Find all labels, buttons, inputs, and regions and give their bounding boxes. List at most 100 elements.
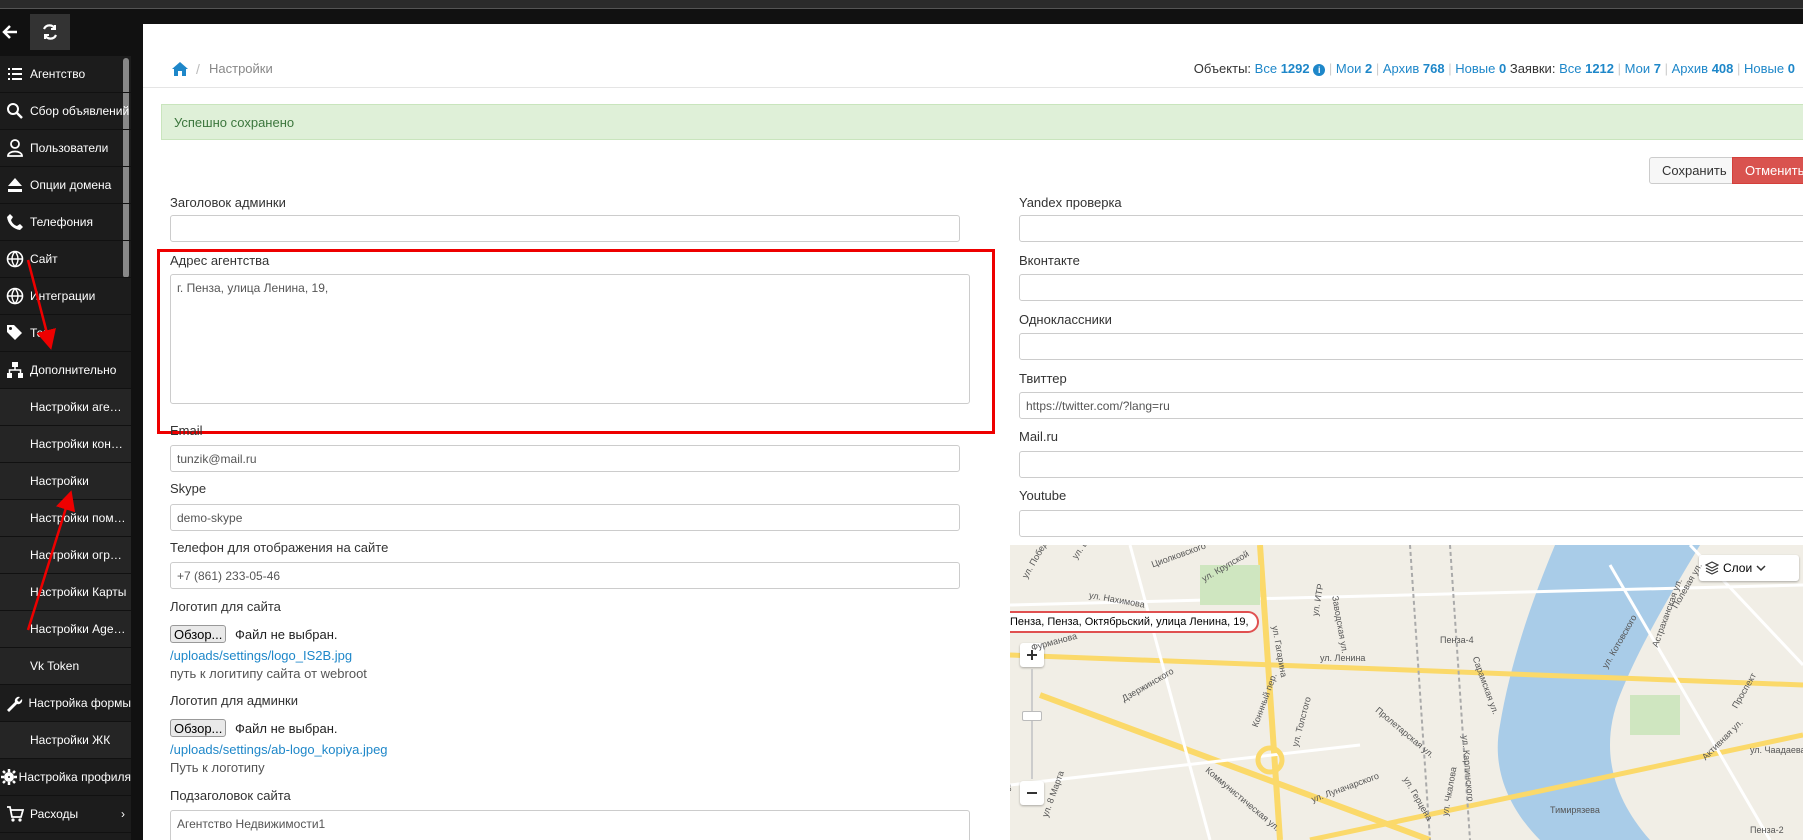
skype-input[interactable]: demo-skype — [170, 504, 960, 531]
sidebar-item-label: Настройки помощника — [30, 511, 128, 525]
sidebar-item-7[interactable]: Теги — [0, 315, 131, 352]
mailru-input[interactable] — [1019, 451, 1803, 478]
sidebar-item-20[interactable]: Расходы › — [0, 796, 131, 833]
objects-all-link[interactable]: Все 1292 — [1255, 61, 1310, 76]
ok-input[interactable] — [1019, 333, 1803, 360]
admin-logo-browse-button[interactable]: Обзор... — [170, 719, 227, 737]
address-textarea[interactable]: г. Пенза, улица Ленина, 19, — [170, 274, 970, 404]
zoom-slider-handle[interactable] — [1022, 711, 1042, 721]
breadcrumb: / Настройки Объекты: Все 1292 i | Мои 2 … — [143, 24, 1803, 88]
sidebar-item-label: Настройки агентства — [30, 400, 128, 414]
objects-archive-link[interactable]: Архив 768 — [1383, 61, 1445, 76]
main-content: / Настройки Объекты: Все 1292 i | Мои 2 … — [143, 24, 1803, 840]
requests-new-link[interactable]: Новые 0 — [1744, 61, 1795, 76]
twitter-label: Твиттер — [1019, 371, 1067, 386]
sitemap-icon — [0, 361, 30, 379]
yandex-label: Yandex проверка — [1019, 195, 1122, 210]
phone-icon — [0, 213, 30, 231]
vk-label: Вконтакте — [1019, 253, 1080, 268]
search-icon — [0, 102, 30, 120]
admin-logo-no-file-text: Файл не выбран. — [235, 721, 338, 736]
sidebar-item-10[interactable]: Настройки контрагентов — [0, 426, 131, 463]
sidebar-item-2[interactable]: Пользователи — [0, 130, 131, 167]
email-input[interactable]: tunzik@mail.ru — [170, 445, 960, 472]
sidebar-item-label: Настройки — [30, 474, 89, 488]
zoom-slider-track[interactable] — [1031, 669, 1033, 779]
logo-browse-button[interactable]: Обзор... — [170, 625, 227, 643]
logo-link[interactable]: /uploads/settings/logo_IS2B.jpg — [170, 648, 352, 663]
sidebar-item-label: Теги — [30, 326, 55, 340]
zoom-out-button[interactable] — [1020, 781, 1044, 805]
user-icon — [0, 139, 30, 157]
map-street-label: Пенза-4 — [1440, 635, 1474, 645]
sidebar-item-14[interactable]: Настройки Карты — [0, 574, 131, 611]
sidebar-item-16[interactable]: Vk Token — [0, 648, 131, 685]
sidebar-item-3[interactable]: Опции домена — [0, 167, 131, 204]
sidebar-item-label: Настройка профиля — [18, 770, 131, 784]
refresh-icon — [42, 24, 58, 40]
logo-no-file-text: Файл не выбран. — [235, 627, 338, 642]
sidebar-item-11[interactable]: Настройки — [0, 463, 131, 500]
admin-title-input[interactable] — [170, 215, 960, 242]
breadcrumb-separator: / — [196, 61, 200, 77]
sidebar-item-8[interactable]: Дополнительно — [0, 352, 131, 389]
requests-label: Заявки: — [1509, 61, 1556, 76]
layers-label: Слои — [1723, 561, 1753, 575]
back-button[interactable] — [0, 14, 20, 50]
sidebar-item-label: Опции домена — [30, 178, 112, 192]
sidebar-item-15[interactable]: Настройки Agency — [0, 611, 131, 648]
requests-all-link[interactable]: Все 1212 — [1559, 61, 1614, 76]
map[interactable]: Пенза, Пенза, Октябрьский, улица Ленина,… — [1010, 545, 1803, 840]
sidebar-item-label: Настройки контрагентов — [30, 437, 128, 451]
sidebar-item-1[interactable]: Сбор объявлений — [0, 93, 131, 130]
sidebar-item-17[interactable]: Настройка формы — [0, 685, 131, 722]
phone-input[interactable]: +7 (861) 233-05-46 — [170, 562, 960, 589]
sidebar-item-label: Телефония — [30, 215, 93, 229]
requests-mine-link[interactable]: Мои 7 — [1625, 61, 1661, 76]
map-street-label: Пенза-2 — [1750, 825, 1784, 835]
gear-icon — [0, 768, 19, 786]
subtitle-textarea[interactable]: Агентство Недвижимости1 — [170, 810, 970, 840]
sidebar-item-9[interactable]: Настройки агентства — [0, 389, 131, 426]
yandex-input[interactable] — [1019, 215, 1803, 242]
save-button[interactable]: Сохранить — [1649, 157, 1740, 184]
globe-icon — [0, 250, 30, 268]
stats-bar: Объекты: Все 1292 i | Мои 2 | Архив 768 … — [1193, 61, 1795, 76]
vk-input[interactable] — [1019, 274, 1803, 301]
cart-icon — [0, 805, 30, 823]
objects-new-link[interactable]: Новые 0 — [1455, 61, 1506, 76]
objects-mine-link[interactable]: Мои 2 — [1336, 61, 1372, 76]
map-street-label: Тимирязева — [1550, 805, 1600, 815]
twitter-input[interactable]: https://twitter.com/?lang=ru — [1019, 392, 1803, 419]
info-icon[interactable]: i — [1313, 64, 1326, 76]
minus-icon — [1027, 792, 1037, 794]
sidebar-item-6[interactable]: Интеграции — [0, 278, 131, 315]
youtube-input[interactable] — [1019, 510, 1803, 537]
sidebar-item-12[interactable]: Настройки помощника — [0, 500, 131, 537]
logo-help-text: путь к логитипу сайта от webroot — [170, 666, 367, 681]
sidebar-item-label: Пользователи — [30, 141, 109, 155]
list-icon — [0, 65, 30, 83]
browser-top-strip — [0, 0, 1803, 9]
home-icon[interactable] — [171, 61, 189, 77]
breadcrumb-current: Настройки — [209, 61, 273, 76]
arrow-left-icon — [2, 25, 17, 39]
cancel-button[interactable]: Отменить — [1732, 157, 1803, 184]
map-street-label: ул. Ленина — [1320, 653, 1366, 663]
sidebar-item-4[interactable]: Телефония — [0, 204, 131, 241]
eject-icon — [0, 176, 30, 194]
chevron-down-icon — [1756, 565, 1766, 572]
sidebar-item-19[interactable]: Настройка профиля — [0, 759, 131, 796]
layers-button[interactable]: Слои — [1699, 555, 1799, 581]
map-balloon[interactable]: Пенза, Пенза, Октябрьский, улица Ленина,… — [1010, 611, 1259, 633]
sidebar-item-label: Сбор объявлений — [30, 104, 130, 118]
mailru-label: Mail.ru — [1019, 429, 1059, 444]
sidebar-item-0[interactable]: Агентство — [0, 56, 131, 93]
refresh-button[interactable] — [30, 14, 70, 50]
sidebar-item-13[interactable]: Настройки ограничений — [0, 537, 131, 574]
sidebar-item-18[interactable]: Настройки ЖК — [0, 722, 131, 759]
sidebar-item-5[interactable]: Сайт — [0, 241, 131, 278]
requests-archive-link[interactable]: Архив 408 — [1672, 61, 1734, 76]
admin-logo-link[interactable]: /uploads/settings/ab-logo_kopiya.jpeg — [170, 742, 388, 757]
subtitle-label: Подзаголовок сайта — [170, 788, 291, 803]
